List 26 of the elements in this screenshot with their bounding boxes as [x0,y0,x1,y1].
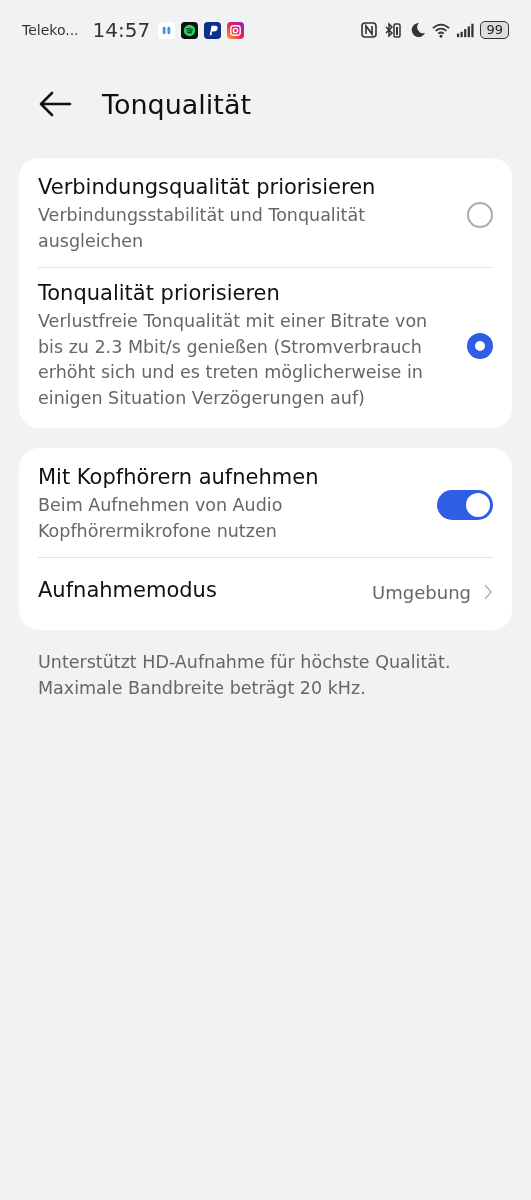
camera-app-icon [227,21,245,39]
toggle-switch[interactable] [437,489,493,520]
radio-button[interactable] [467,201,493,228]
setting-description: Beim Aufnehmen von Audio Kopfhörermikrofone nutzen [38,494,284,543]
nfc-icon [360,21,379,39]
page-title: Tonqualität [102,88,252,120]
option-description: Verbindungsstabilität und Tonqualität ausgleichen [38,204,367,253]
setting-title: Aufnahmemodus [38,578,218,602]
clock: 14:57 [92,18,151,42]
signal-icon [456,21,475,39]
footnote-text: Unterstützt HD-Aufnahme für höchste Qualität. Maximale Bandbreite beträgt 20 kHz. [37,651,452,700]
wifi-icon [432,21,451,39]
setting-value[interactable]: Umgebung [372,581,471,603]
app-icon [158,21,176,39]
battery-level: 99 [480,21,509,39]
setting-title: Mit Kopfhörern aufnehmen [38,465,320,489]
radio-button[interactable] [467,333,493,359]
chevron-icon [483,583,493,601]
option-description: Verlustfreie Tonqualität mit einer Bitrate von bis zu 2.3 Mbit/s genießen (Stromverbrauch erhöht sich und es treten möglicherweise in einigen Situation Verzögerungen auf) [38,310,429,410]
carrier-name: Teleko... [22,22,79,38]
option-title: Verbindungsqualität priorisieren [38,175,377,199]
payment-app-icon [204,21,222,39]
option-title: Tonqualität priorisieren [38,281,281,305]
music-app-icon [181,21,199,39]
bluetooth-icon [384,21,403,39]
back-button[interactable] [38,90,72,118]
